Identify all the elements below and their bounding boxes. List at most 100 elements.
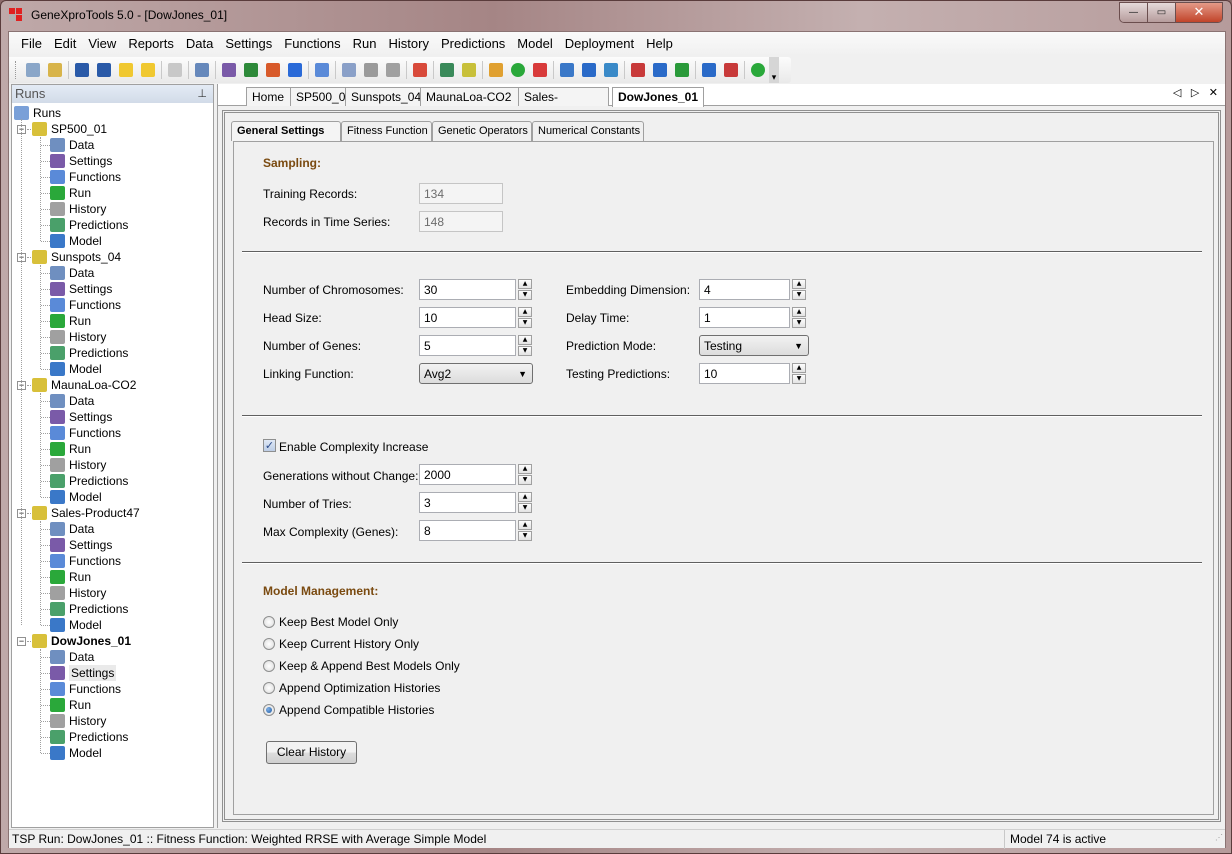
tree-item-history[interactable]: History bbox=[50, 457, 106, 473]
new-run-button[interactable] bbox=[22, 59, 44, 81]
spin-up-icon[interactable]: ▲ bbox=[518, 520, 532, 530]
tree-diagram-button[interactable] bbox=[578, 59, 600, 81]
clear-history-button[interactable]: Clear History bbox=[266, 741, 357, 764]
open-folder-button[interactable] bbox=[115, 59, 137, 81]
folders-button[interactable] bbox=[137, 59, 159, 81]
brush-button[interactable] bbox=[485, 59, 507, 81]
menu-functions[interactable]: Functions bbox=[278, 32, 346, 56]
tab-close-icon[interactable]: ✕ bbox=[1209, 86, 1221, 99]
tree-item-data[interactable]: Data bbox=[50, 393, 94, 409]
spin-down-icon[interactable]: ▼ bbox=[518, 346, 532, 356]
model-option-radio[interactable] bbox=[263, 704, 275, 716]
tree-item-settings[interactable]: Settings bbox=[50, 537, 112, 553]
tree-run[interactable]: Sales-Product47 bbox=[32, 505, 140, 521]
spin-up-icon[interactable]: ▲ bbox=[518, 335, 532, 345]
functions-button[interactable] bbox=[311, 59, 333, 81]
settings-tab-genetic-operators[interactable]: Genetic Operators bbox=[432, 121, 532, 141]
tree-item-model[interactable]: Model bbox=[50, 361, 102, 377]
model-option-radio[interactable] bbox=[263, 660, 275, 672]
model-option-label[interactable]: Keep Best Model Only bbox=[279, 615, 398, 629]
tree-run[interactable]: Sunspots_04 bbox=[32, 249, 121, 265]
settings-tab-numerical-constants[interactable]: Numerical Constants bbox=[532, 121, 644, 141]
delay-time-input[interactable]: 1 bbox=[699, 307, 790, 328]
close-button[interactable]: ✕ bbox=[1176, 3, 1222, 22]
settings-button[interactable] bbox=[218, 59, 240, 81]
tree-item-settings[interactable]: Settings bbox=[50, 409, 112, 425]
spin-up-icon[interactable]: ▲ bbox=[792, 307, 806, 317]
menu-reports[interactable]: Reports bbox=[122, 32, 180, 56]
tries-spinner[interactable]: ▲ ▼ bbox=[518, 492, 532, 513]
maximize-button[interactable]: ▭ bbox=[1148, 3, 1176, 22]
model-option-label[interactable]: Append Compatible Histories bbox=[279, 703, 434, 717]
shapes-button[interactable] bbox=[262, 59, 284, 81]
tree-item-functions[interactable]: Functions bbox=[50, 425, 121, 441]
menu-data[interactable]: Data bbox=[180, 32, 219, 56]
menu-file[interactable]: File bbox=[15, 32, 48, 56]
testing-predictions-input[interactable]: 10 bbox=[699, 363, 790, 384]
menu-help[interactable]: Help bbox=[640, 32, 679, 56]
title-bar[interactable]: GeneXproTools 5.0 - [DowJones_01] — ▭ ✕ bbox=[1, 1, 1231, 31]
add-button[interactable] bbox=[507, 59, 529, 81]
predictions-chart-alt-button[interactable] bbox=[458, 59, 480, 81]
testing-predictions-spinner[interactable]: ▲ ▼ bbox=[792, 363, 806, 384]
tree-item-functions[interactable]: Functions bbox=[50, 681, 121, 697]
tree-item-settings[interactable]: Settings bbox=[50, 153, 112, 169]
tree-run[interactable]: MaunaLoa-CO2 bbox=[32, 377, 136, 393]
java-code-button[interactable] bbox=[698, 59, 720, 81]
toolbar-overflow-button[interactable]: ▾ bbox=[769, 57, 779, 83]
tree-item-functions[interactable]: Functions bbox=[50, 297, 121, 313]
tab-prev-icon[interactable]: ◁ bbox=[1173, 86, 1184, 99]
generations-spinner[interactable]: ▲ ▼ bbox=[518, 464, 532, 485]
settings-tab-general-settings[interactable]: General Settings bbox=[231, 121, 341, 141]
tree-item-run[interactable]: Run bbox=[50, 569, 91, 585]
max-complexity-input[interactable]: 8 bbox=[419, 520, 516, 541]
tree-item-predictions[interactable]: Predictions bbox=[50, 473, 128, 489]
tree-item-run[interactable]: Run bbox=[50, 697, 91, 713]
doc-tab-maunaloa-co2[interactable]: MaunaLoa-CO2 bbox=[420, 87, 519, 106]
menu-edit[interactable]: Edit bbox=[48, 32, 82, 56]
toolbar-grip[interactable] bbox=[15, 61, 18, 79]
gear-button[interactable] bbox=[360, 59, 382, 81]
model-option-label[interactable]: Keep & Append Best Models Only bbox=[279, 659, 460, 673]
tree-item-functions[interactable]: Functions bbox=[50, 553, 121, 569]
tree-item-model[interactable]: Model bbox=[50, 233, 102, 249]
menu-history[interactable]: History bbox=[383, 32, 435, 56]
embedding-spinner[interactable]: ▲ ▼ bbox=[792, 279, 806, 300]
model-option-radio[interactable] bbox=[263, 616, 275, 628]
enable-complexity-label[interactable]: Enable Complexity Increase bbox=[279, 440, 428, 454]
tree-item-predictions[interactable]: Predictions bbox=[50, 729, 128, 745]
prediction-mode-select[interactable]: Testing ▼ bbox=[699, 335, 809, 356]
tree-item-data[interactable]: Data bbox=[50, 521, 94, 537]
tree-run[interactable]: DowJones_01 bbox=[32, 633, 131, 649]
linking-function-select[interactable]: Avg2 ▼ bbox=[419, 363, 533, 384]
tree-item-settings[interactable]: Settings bbox=[50, 665, 117, 681]
dice-button[interactable] bbox=[284, 59, 306, 81]
spin-down-icon[interactable]: ▼ bbox=[792, 318, 806, 328]
remove-model-button[interactable] bbox=[529, 59, 551, 81]
minimize-button[interactable]: — bbox=[1120, 3, 1148, 22]
pin-icon[interactable]: ⊥ bbox=[197, 85, 207, 103]
tree-item-history[interactable]: History bbox=[50, 329, 106, 345]
tries-input[interactable]: 3 bbox=[419, 492, 516, 513]
spin-down-icon[interactable]: ▼ bbox=[518, 290, 532, 300]
help-button[interactable] bbox=[747, 59, 769, 81]
doc-tab-sp500_01[interactable]: SP500_01 bbox=[290, 87, 352, 106]
tree-item-predictions[interactable]: Predictions bbox=[50, 217, 128, 233]
tree-item-data[interactable]: Data bbox=[50, 265, 94, 281]
spin-down-icon[interactable]: ▼ bbox=[518, 531, 532, 541]
report-button[interactable] bbox=[338, 59, 360, 81]
spin-up-icon[interactable]: ▲ bbox=[518, 279, 532, 289]
code-button[interactable] bbox=[600, 59, 622, 81]
spin-down-icon[interactable]: ▼ bbox=[792, 290, 806, 300]
spin-down-icon[interactable]: ▼ bbox=[792, 374, 806, 384]
tree-item-model[interactable]: Model bbox=[50, 617, 102, 633]
data-button[interactable] bbox=[191, 59, 213, 81]
save-button[interactable] bbox=[71, 59, 93, 81]
chromosomes-spinner[interactable]: ▲ ▼ bbox=[518, 279, 532, 300]
model-button[interactable] bbox=[556, 59, 578, 81]
menu-predictions[interactable]: Predictions bbox=[435, 32, 511, 56]
genes-spinner[interactable]: ▲ ▼ bbox=[518, 335, 532, 356]
genes-input[interactable]: 5 bbox=[419, 335, 516, 356]
csharp-code-button[interactable] bbox=[671, 59, 693, 81]
save-as-button[interactable] bbox=[93, 59, 115, 81]
